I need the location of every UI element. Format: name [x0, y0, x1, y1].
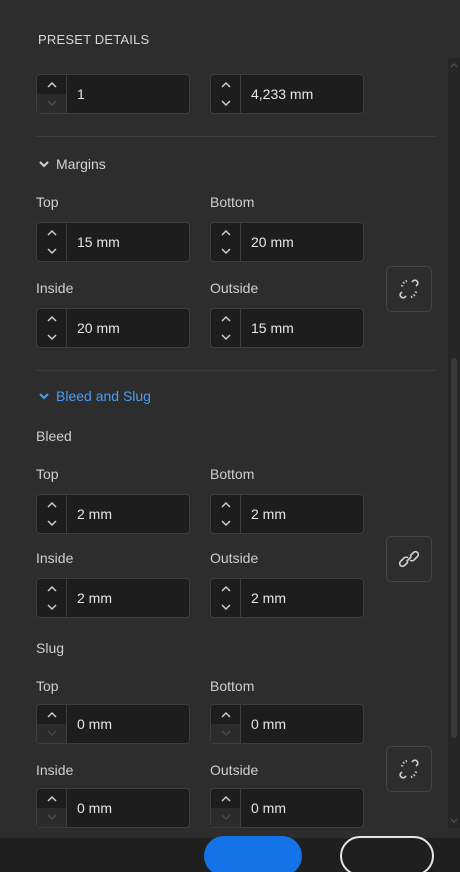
divider	[36, 136, 436, 137]
margins-link-button[interactable]	[386, 266, 432, 312]
decrement-arrow-icon[interactable]	[211, 94, 240, 113]
increment-arrow-icon[interactable]	[211, 705, 240, 724]
cancel-button[interactable]	[340, 836, 434, 872]
increment-arrow-icon[interactable]	[211, 75, 240, 94]
increment-arrow-icon[interactable]	[37, 75, 66, 94]
margin-top-value[interactable]: 15 mm	[67, 223, 189, 261]
slug-top-label: Top	[36, 678, 59, 694]
increment-arrow-icon[interactable]	[211, 223, 240, 242]
decrement-arrow-icon[interactable]	[37, 598, 66, 617]
margin-bottom-stepper[interactable]: 20 mm	[210, 222, 364, 262]
link-icon	[398, 550, 420, 568]
increment-arrow-icon[interactable]	[211, 309, 240, 328]
chevron-down-icon	[39, 393, 49, 400]
margin-inside-value[interactable]: 20 mm	[67, 309, 189, 347]
bleed-bottom-label: Bottom	[210, 466, 255, 482]
decrement-arrow-icon[interactable]	[211, 598, 240, 617]
slug-heading: Slug	[36, 640, 65, 656]
bleed-top-stepper[interactable]: 2 mm	[36, 494, 190, 534]
slug-top-value[interactable]: 0 mm	[67, 705, 189, 743]
margins-heading: Margins	[56, 156, 106, 172]
slug-outside-stepper[interactable]: 0 mm	[210, 788, 364, 828]
bleed-inside-label: Inside	[36, 550, 74, 566]
bleed-slug-heading: Bleed and Slug	[56, 388, 151, 404]
margins-toggle[interactable]: Margins	[38, 156, 106, 172]
decrement-arrow-icon[interactable]	[211, 808, 240, 827]
preset-details-panel: PRESET DETAILS 1 4,233 mm Margins Top Bo…	[0, 0, 460, 872]
bleed-top-value[interactable]: 2 mm	[67, 495, 189, 533]
margin-inside-label: Inside	[36, 280, 74, 296]
decrement-arrow-icon[interactable]	[211, 328, 240, 347]
bleed-slug-toggle[interactable]: Bleed and Slug	[38, 388, 151, 404]
increment-arrow-icon[interactable]	[37, 789, 66, 808]
margin-top-stepper[interactable]: 15 mm	[36, 222, 190, 262]
bleed-heading: Bleed	[36, 428, 72, 444]
decrement-arrow-icon[interactable]	[211, 724, 240, 743]
decrement-arrow-icon[interactable]	[37, 94, 66, 113]
margin-inside-stepper[interactable]: 20 mm	[36, 308, 190, 348]
slug-bottom-stepper[interactable]: 0 mm	[210, 704, 364, 744]
bleed-inside-stepper[interactable]: 2 mm	[36, 578, 190, 618]
slug-outside-label: Outside	[210, 762, 259, 778]
increment-arrow-icon[interactable]	[211, 579, 240, 598]
slug-outside-value[interactable]: 0 mm	[241, 789, 363, 827]
create-button[interactable]	[204, 836, 302, 872]
bleed-inside-value[interactable]: 2 mm	[67, 579, 189, 617]
scrollbar[interactable]	[448, 58, 460, 828]
bleed-top-label: Top	[36, 466, 59, 482]
slug-inside-label: Inside	[36, 762, 74, 778]
bleed-outside-label: Outside	[210, 550, 259, 566]
columns-stepper[interactable]: 1	[36, 74, 190, 114]
slug-link-button[interactable]	[386, 746, 432, 792]
gutter-value[interactable]: 4,233 mm	[241, 75, 363, 113]
scroll-down-icon[interactable]	[450, 818, 458, 824]
gutter-stepper[interactable]: 4,233 mm	[210, 74, 364, 114]
chevron-down-icon	[39, 161, 49, 168]
scrollbar-thumb[interactable]	[451, 358, 457, 738]
bleed-outside-stepper[interactable]: 2 mm	[210, 578, 364, 618]
decrement-arrow-icon[interactable]	[211, 514, 240, 533]
slug-inside-value[interactable]: 0 mm	[67, 789, 189, 827]
slug-bottom-label: Bottom	[210, 678, 255, 694]
bleed-bottom-stepper[interactable]: 2 mm	[210, 494, 364, 534]
margin-outside-value[interactable]: 15 mm	[241, 309, 363, 347]
decrement-arrow-icon[interactable]	[211, 242, 240, 261]
panel-title: PRESET DETAILS	[38, 32, 150, 47]
margin-outside-label: Outside	[210, 280, 259, 296]
increment-arrow-icon[interactable]	[211, 495, 240, 514]
decrement-arrow-icon[interactable]	[37, 808, 66, 827]
increment-arrow-icon[interactable]	[37, 309, 66, 328]
decrement-arrow-icon[interactable]	[37, 328, 66, 347]
scroll-up-icon[interactable]	[450, 62, 458, 68]
broken-link-icon	[399, 279, 419, 299]
divider	[36, 370, 436, 371]
margin-bottom-value[interactable]: 20 mm	[241, 223, 363, 261]
margin-top-label: Top	[36, 194, 59, 210]
columns-value[interactable]: 1	[67, 75, 189, 113]
broken-link-icon	[399, 759, 419, 779]
bleed-bottom-value[interactable]: 2 mm	[241, 495, 363, 533]
decrement-arrow-icon[interactable]	[37, 242, 66, 261]
increment-arrow-icon[interactable]	[37, 705, 66, 724]
decrement-arrow-icon[interactable]	[37, 514, 66, 533]
increment-arrow-icon[interactable]	[37, 495, 66, 514]
increment-arrow-icon[interactable]	[211, 789, 240, 808]
margin-outside-stepper[interactable]: 15 mm	[210, 308, 364, 348]
bleed-link-button[interactable]	[386, 536, 432, 582]
decrement-arrow-icon[interactable]	[37, 724, 66, 743]
margin-bottom-label: Bottom	[210, 194, 255, 210]
slug-top-stepper[interactable]: 0 mm	[36, 704, 190, 744]
bleed-outside-value[interactable]: 2 mm	[241, 579, 363, 617]
increment-arrow-icon[interactable]	[37, 579, 66, 598]
slug-bottom-value[interactable]: 0 mm	[241, 705, 363, 743]
increment-arrow-icon[interactable]	[37, 223, 66, 242]
slug-inside-stepper[interactable]: 0 mm	[36, 788, 190, 828]
